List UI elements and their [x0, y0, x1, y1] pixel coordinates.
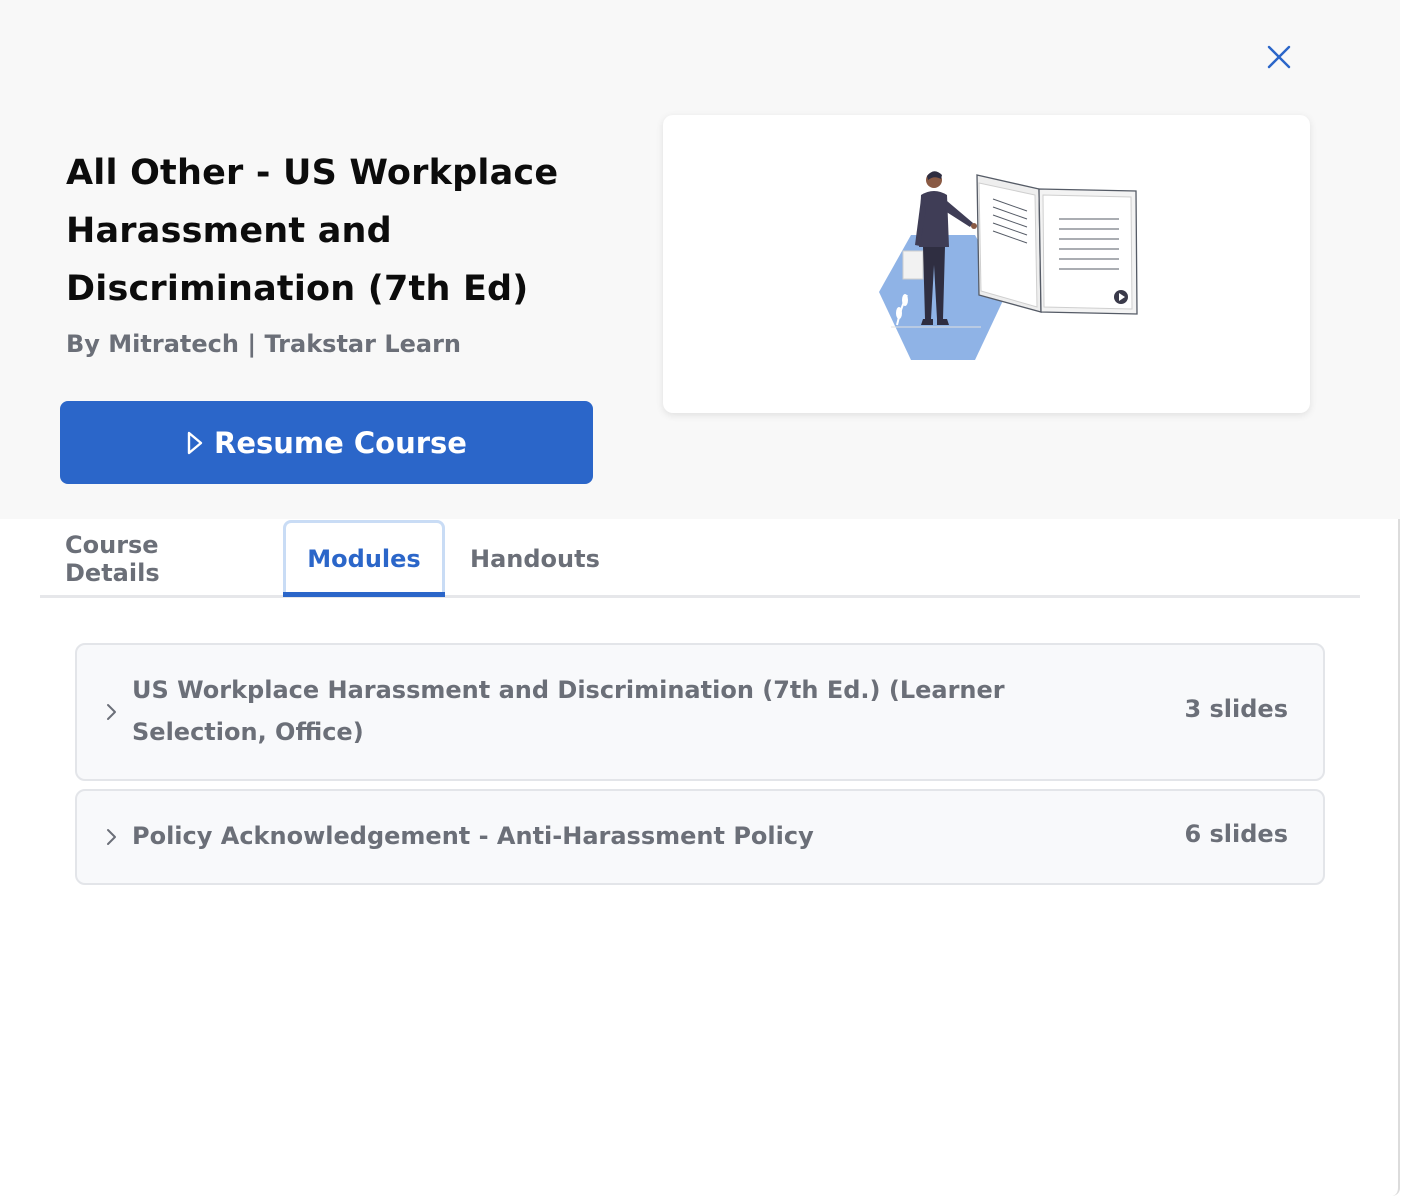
open-book-illustration	[976, 174, 1138, 315]
module-item[interactable]: US Workplace Harassment and Discriminati…	[75, 643, 1325, 781]
chevron-right-icon	[105, 827, 119, 847]
course-title: All Other - US Workplace Harassment and …	[66, 153, 559, 309]
resume-course-label: Resume Course	[214, 425, 467, 460]
module-slide-count: 3 slides	[1184, 695, 1288, 723]
tab-course-details[interactable]: Course Details	[65, 519, 259, 598]
tab-handouts[interactable]: Handouts	[470, 519, 602, 598]
person-reading-book-illustration	[879, 171, 1138, 360]
course-hero: All Other - US Workplace Harassment and …	[0, 0, 1400, 519]
course-modal: All Other - US Workplace Harassment and …	[0, 0, 1400, 1196]
module-slide-count: 6 slides	[1184, 820, 1288, 848]
close-button[interactable]	[1262, 40, 1296, 74]
module-title: Policy Acknowledgement - Anti-Harassment…	[132, 822, 814, 850]
course-tabs: Course Details Modules Handouts	[40, 519, 1360, 598]
module-title: US Workplace Harassment and Discriminati…	[132, 676, 1005, 746]
course-author: By Mitratech | Trakstar Learn	[66, 330, 462, 358]
resume-course-button[interactable]: Resume Course	[60, 401, 593, 484]
close-icon	[1267, 45, 1291, 69]
play-outline-icon	[186, 430, 204, 456]
active-tab-indicator	[283, 592, 445, 597]
course-illustration-card	[663, 115, 1310, 413]
chevron-right-icon	[105, 702, 119, 722]
tab-modules[interactable]: Modules	[283, 520, 445, 595]
module-item[interactable]: Policy Acknowledgement - Anti-Harassment…	[75, 789, 1325, 885]
